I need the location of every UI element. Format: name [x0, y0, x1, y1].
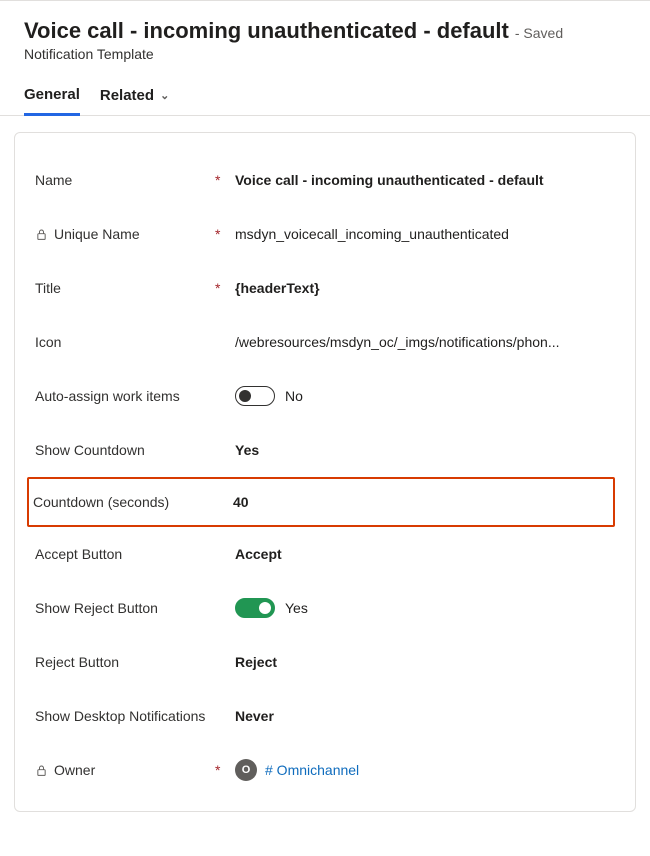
required-indicator: * — [215, 226, 235, 242]
required-indicator: * — [215, 280, 235, 296]
value-auto-assign: No — [235, 386, 615, 406]
value-reject-button[interactable]: Reject — [235, 654, 615, 670]
label-countdown-seconds: Countdown (seconds) — [33, 494, 169, 510]
value-countdown-seconds[interactable]: 40 — [233, 494, 609, 510]
entity-name: Notification Template — [24, 46, 626, 62]
label-accept-button: Accept Button — [35, 546, 122, 562]
label-title: Title — [35, 280, 61, 296]
tab-related-label: Related — [100, 87, 154, 104]
save-status: - Saved — [515, 25, 563, 41]
field-show-desktop: Show Desktop Notifications Never — [35, 689, 615, 743]
tab-related[interactable]: Related ⌄ — [100, 80, 169, 115]
lock-icon — [35, 228, 48, 241]
field-title: Title * {headerText} — [35, 261, 615, 315]
owner-chip[interactable]: O # Omnichannel — [235, 759, 359, 781]
label-show-reject: Show Reject Button — [35, 600, 158, 616]
page-title: Voice call - incoming unauthenticated - … — [24, 18, 509, 44]
tab-general-label: General — [24, 86, 80, 103]
toggle-auto-assign-label: No — [285, 388, 303, 404]
label-icon: Icon — [35, 334, 61, 350]
value-icon[interactable]: /webresources/msdyn_oc/_imgs/notificatio… — [235, 334, 615, 350]
field-owner: Owner * O # Omnichannel — [35, 743, 615, 797]
label-show-desktop: Show Desktop Notifications — [35, 708, 205, 724]
toggle-show-reject-label: Yes — [285, 600, 308, 616]
label-unique-name: Unique Name — [54, 226, 140, 242]
value-name[interactable]: Voice call - incoming unauthenticated - … — [235, 172, 615, 188]
field-countdown-seconds: Countdown (seconds) 40 — [33, 485, 609, 519]
field-reject-button: Reject Button Reject — [35, 635, 615, 689]
label-reject-button: Reject Button — [35, 654, 119, 670]
tab-general[interactable]: General — [24, 80, 80, 116]
field-show-countdown: Show Countdown Yes — [35, 423, 615, 477]
field-auto-assign: Auto-assign work items No — [35, 369, 615, 423]
field-unique-name: Unique Name * msdyn_voicecall_incoming_u… — [35, 207, 615, 261]
required-indicator: * — [215, 762, 235, 778]
form-card: Name * Voice call - incoming unauthentic… — [14, 132, 636, 812]
toggle-auto-assign[interactable] — [235, 386, 275, 406]
countdown-highlight: Countdown (seconds) 40 — [27, 477, 615, 527]
value-show-reject: Yes — [235, 598, 615, 618]
label-show-countdown: Show Countdown — [35, 442, 145, 458]
label-name: Name — [35, 172, 72, 188]
chevron-down-icon: ⌄ — [160, 89, 169, 102]
value-owner: O # Omnichannel — [235, 759, 615, 781]
field-show-reject: Show Reject Button Yes — [35, 581, 615, 635]
required-indicator: * — [215, 172, 235, 188]
lock-icon — [35, 764, 48, 777]
field-accept-button: Accept Button Accept — [35, 527, 615, 581]
field-name: Name * Voice call - incoming unauthentic… — [35, 153, 615, 207]
form-tabs: General Related ⌄ — [0, 70, 650, 116]
value-accept-button[interactable]: Accept — [235, 546, 615, 562]
value-show-desktop[interactable]: Never — [235, 708, 615, 724]
field-icon: Icon /webresources/msdyn_oc/_imgs/notifi… — [35, 315, 615, 369]
label-auto-assign: Auto-assign work items — [35, 388, 180, 404]
label-owner: Owner — [54, 762, 95, 778]
record-header: Voice call - incoming unauthenticated - … — [0, 4, 650, 70]
value-show-countdown[interactable]: Yes — [235, 442, 615, 458]
value-title[interactable]: {headerText} — [235, 280, 615, 296]
value-unique-name: msdyn_voicecall_incoming_unauthenticated — [235, 226, 615, 242]
toggle-show-reject[interactable] — [235, 598, 275, 618]
owner-link[interactable]: # Omnichannel — [265, 762, 359, 778]
avatar: O — [235, 759, 257, 781]
